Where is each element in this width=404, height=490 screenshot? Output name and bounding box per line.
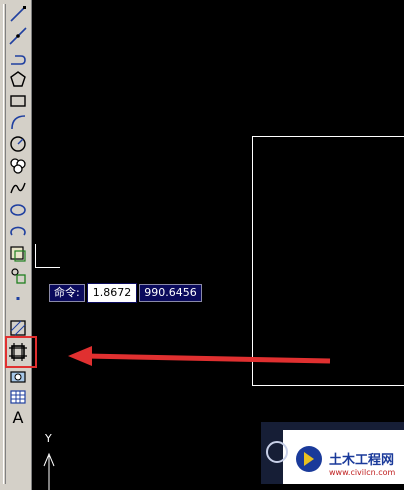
watermark-brand-text: 土木工程网 [329, 453, 395, 468]
command-input-value[interactable]: 1.8672 [86, 283, 138, 303]
toolbar-grip[interactable] [3, 4, 6, 484]
line-icon [10, 6, 26, 22]
ellipse-icon [10, 204, 26, 216]
drawn-rectangle[interactable] [252, 136, 404, 386]
command-coordinate-value[interactable]: 990.6456 [139, 284, 202, 302]
polygon-icon [10, 71, 26, 87]
table-tool-button[interactable] [8, 387, 28, 407]
ucs-y-label: Y [44, 432, 52, 445]
multiline-text-icon: A [12, 408, 24, 427]
arc-icon [11, 115, 26, 130]
annotation-highlight-box [5, 336, 37, 368]
insert-block-tool-button[interactable] [8, 244, 28, 264]
polyline-icon [11, 55, 26, 65]
region-tool-button[interactable] [8, 366, 28, 386]
circle-tool-button[interactable] [8, 134, 28, 154]
command-label: 命令: [49, 284, 85, 302]
region-icon [10, 371, 26, 383]
crosshair-vertical [35, 244, 36, 268]
hatch-tool-button[interactable] [8, 318, 28, 338]
ellipse-arc-tool-button[interactable] [8, 222, 28, 242]
spline-tool-button[interactable] [8, 178, 28, 198]
revision-cloud-icon [10, 158, 26, 174]
ellipse-arc-icon [10, 226, 26, 236]
spline-icon [10, 182, 26, 194]
watermark-logo: 土木工程网 www.civilcn.com [261, 422, 404, 484]
make-block-icon [11, 268, 26, 284]
draw-toolbar: A [0, 0, 32, 490]
line-tool-button[interactable] [8, 4, 28, 24]
multiline-text-tool-button[interactable]: A [8, 408, 28, 428]
polyline-tool-button[interactable] [8, 48, 28, 68]
rectangle-icon [10, 95, 26, 107]
dynamic-input-tooltip: 命令: 1.8672 990.6456 [49, 283, 202, 303]
insert-block-icon [10, 246, 26, 262]
arc-tool-button[interactable] [8, 112, 28, 132]
crosshair-horizontal [36, 267, 60, 268]
construction-line-tool-button[interactable] [8, 26, 28, 46]
watermark-url-text: www.civilcn.com [329, 468, 396, 477]
table-icon [10, 390, 26, 404]
point-tool-button[interactable] [8, 288, 28, 308]
hatch-icon [10, 320, 26, 336]
construction-line-icon [9, 27, 27, 45]
rectangle-tool-button[interactable] [8, 91, 28, 111]
revision-cloud-tool-button[interactable] [8, 156, 28, 176]
circle-icon [10, 136, 26, 152]
polygon-tool-button[interactable] [8, 69, 28, 89]
make-block-tool-button[interactable] [8, 266, 28, 286]
point-icon [16, 297, 20, 300]
ellipse-tool-button[interactable] [8, 200, 28, 220]
ucs-icon: Y [43, 432, 55, 490]
